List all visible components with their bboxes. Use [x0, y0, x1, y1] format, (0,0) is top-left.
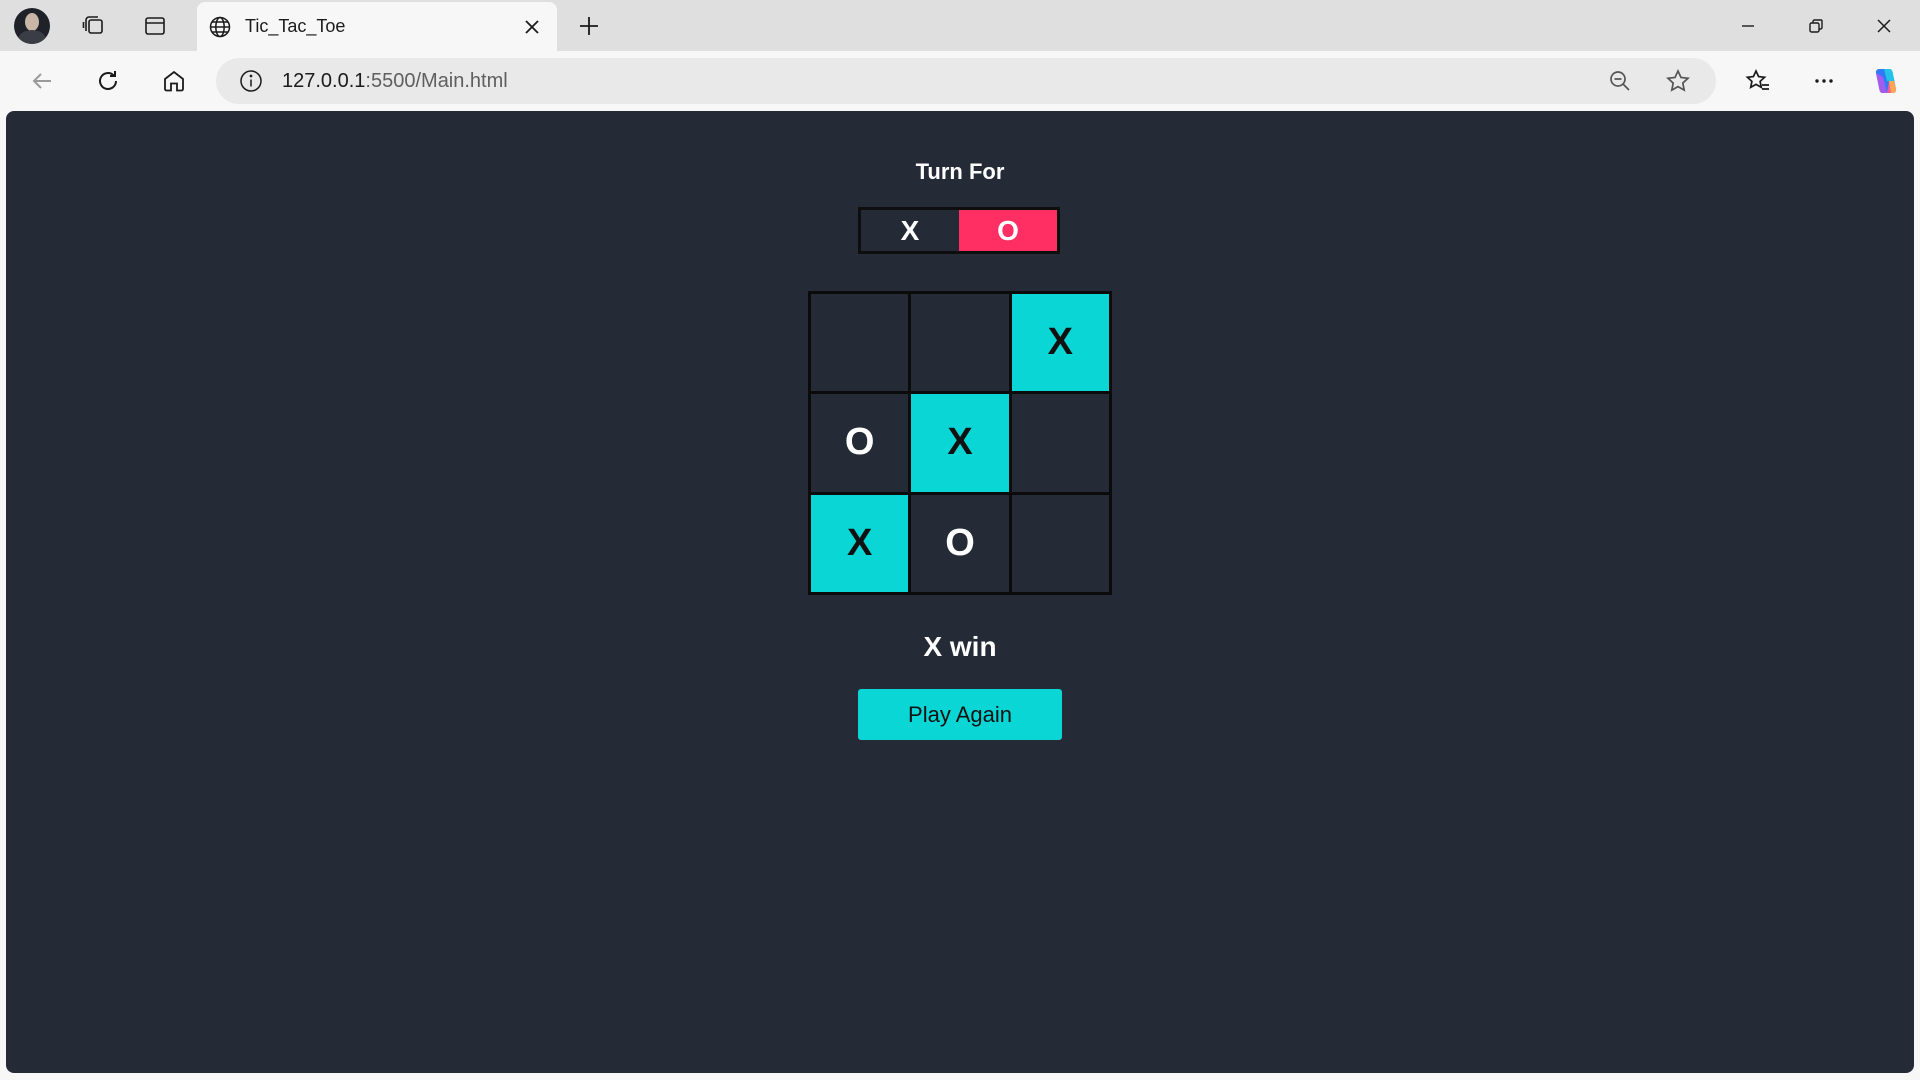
tab-title: Tic_Tac_Toe: [245, 16, 346, 36]
back-icon[interactable]: [22, 61, 62, 101]
turn-o: O: [959, 210, 1057, 251]
board-cell[interactable]: [1011, 394, 1109, 492]
tab-strip: Tic_Tac_Toe: [0, 0, 1920, 51]
active-tab[interactable]: Tic_Tac_Toe: [197, 2, 557, 51]
vertical-tabs-icon[interactable]: [136, 7, 174, 45]
board-cell[interactable]: X: [911, 394, 1009, 492]
favorites-icon[interactable]: [1738, 61, 1778, 101]
play-again-button[interactable]: Play Again: [858, 689, 1062, 740]
profile-avatar[interactable]: [14, 8, 50, 44]
window-bottom-edge: [0, 1073, 1920, 1080]
url-text[interactable]: 127.0.0.1:5500/Main.html: [282, 70, 1600, 93]
globe-icon: [207, 14, 233, 40]
info-icon[interactable]: [236, 66, 266, 96]
address-toolbar: 127.0.0.1:5500/Main.html: [0, 51, 1920, 111]
home-icon[interactable]: [154, 61, 194, 101]
board-cell[interactable]: [1011, 494, 1109, 592]
game-board: X O X X O: [808, 291, 1112, 595]
page-viewport: Turn For X O X O X X O X win Play Again: [6, 111, 1914, 1073]
zoom-out-icon[interactable]: [1600, 61, 1640, 101]
board-cell[interactable]: X: [1011, 294, 1109, 392]
more-icon[interactable]: [1804, 61, 1844, 101]
board-cell[interactable]: O: [811, 394, 909, 492]
star-icon[interactable]: [1658, 61, 1698, 101]
copilot-icon[interactable]: [1866, 61, 1906, 101]
board-cell[interactable]: [911, 294, 1009, 392]
turn-indicator: X O: [858, 207, 1060, 254]
minimize-icon[interactable]: [1718, 4, 1778, 48]
result-message: X win: [923, 631, 997, 662]
address-bar[interactable]: 127.0.0.1:5500/Main.html: [216, 58, 1716, 104]
workspaces-icon[interactable]: [74, 7, 112, 45]
turn-x: X: [900, 214, 920, 246]
board-cell[interactable]: O: [911, 494, 1009, 592]
board-cell[interactable]: X: [811, 494, 909, 592]
close-tab-icon[interactable]: [515, 10, 549, 44]
new-tab-plus-icon[interactable]: [570, 7, 608, 45]
board-cell[interactable]: [811, 294, 909, 392]
close-window-icon[interactable]: [1854, 4, 1914, 48]
refresh-icon[interactable]: [88, 61, 128, 101]
turn-label: Turn For: [915, 159, 1005, 184]
restore-icon[interactable]: [1786, 4, 1846, 48]
